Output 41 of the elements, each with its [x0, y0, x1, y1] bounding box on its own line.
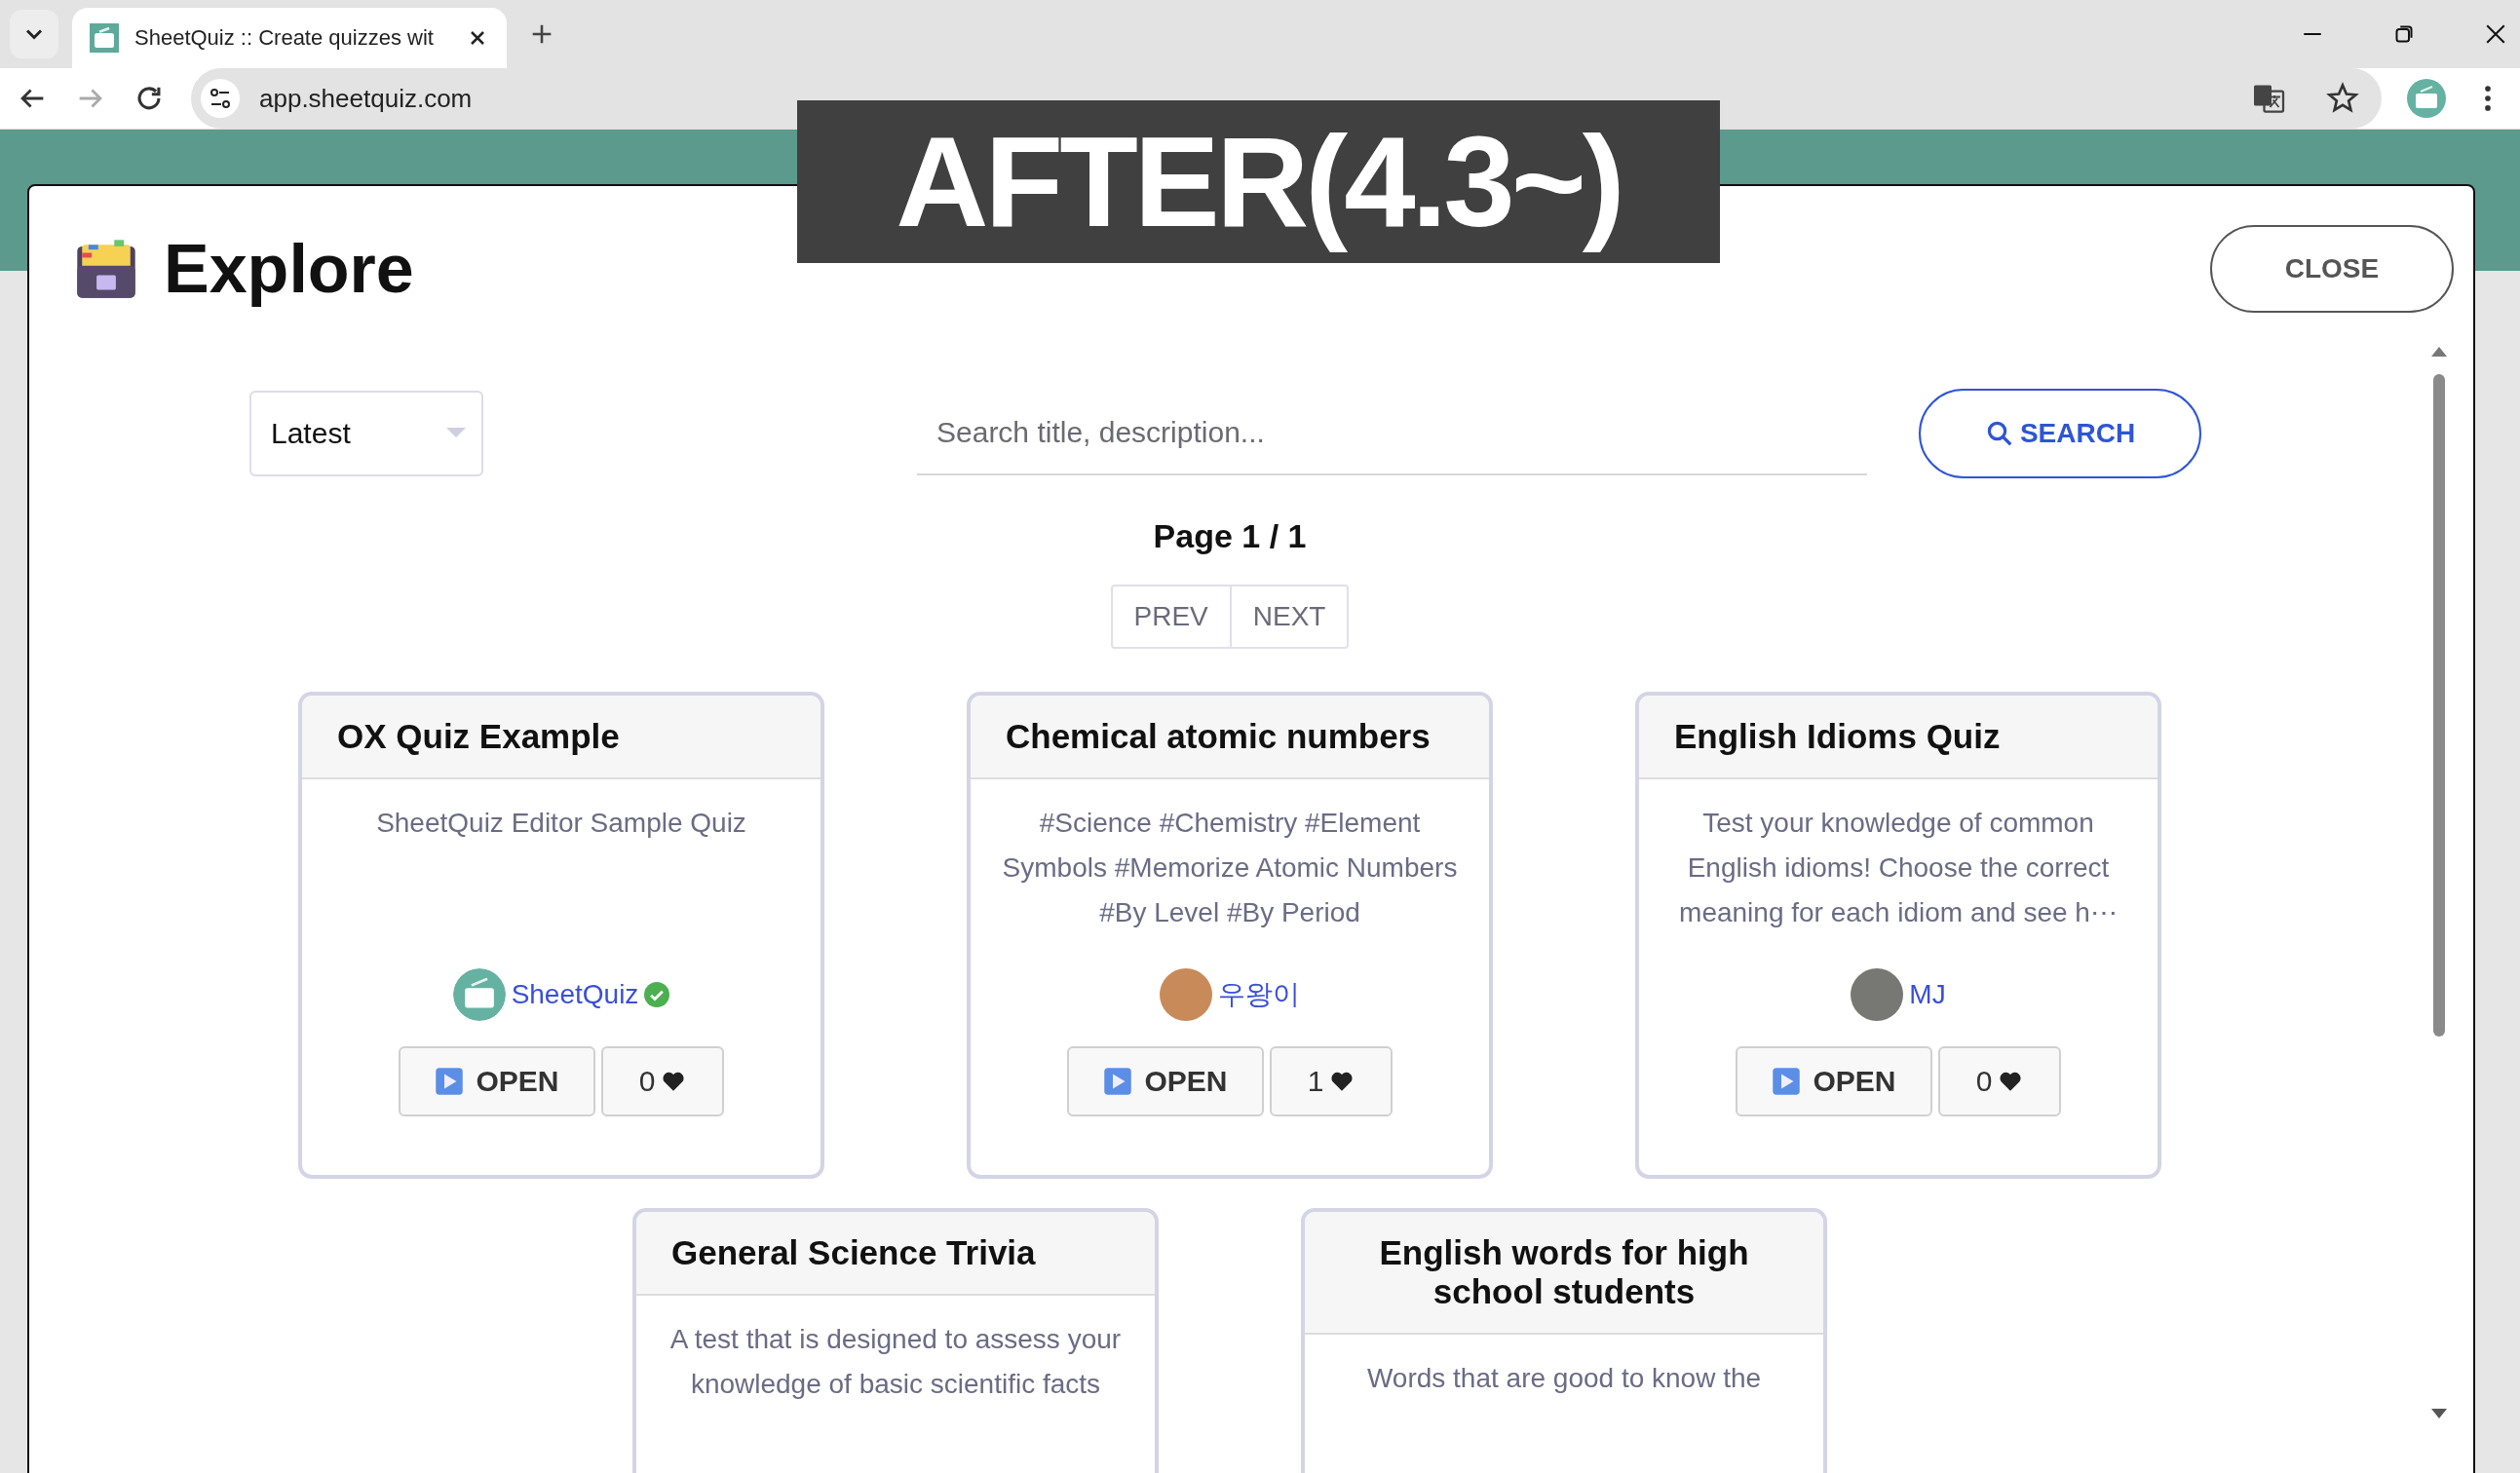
author-link[interactable]: 우왕이 [1218, 976, 1300, 1013]
play-icon [435, 1067, 465, 1096]
card-title: English Idioms Quiz [1639, 696, 2157, 779]
quiz-description: SheetQuiz Editor Sample Quiz [376, 807, 746, 840]
folder-icon [90, 23, 119, 53]
card-title: General Science Trivia [636, 1212, 1155, 1296]
play-icon [1103, 1067, 1133, 1096]
card-title: English words for high school students [1305, 1212, 1823, 1335]
play-icon [1772, 1067, 1802, 1096]
like-button[interactable]: 0 [1938, 1046, 2061, 1116]
site-settings-icon[interactable] [201, 79, 240, 118]
browser-tab[interactable]: SheetQuiz :: Create quizzes wit [72, 8, 507, 68]
like-button[interactable]: 1 [1270, 1046, 1393, 1116]
page-indicator: Page 1 / 1 [1152, 517, 1308, 555]
tab-list-button[interactable] [10, 10, 58, 58]
author-link[interactable]: MJ [1909, 979, 1946, 1010]
tab-title: SheetQuiz :: Create quizzes wit [134, 25, 435, 51]
card-title: Chemical atomic numbers [971, 696, 1489, 779]
file-cabinet-icon [74, 237, 138, 301]
open-button[interactable]: OPEN [1736, 1046, 1932, 1116]
quiz-description: A test that is designed to assess your knowledge of basic scientific facts [668, 1323, 1123, 1401]
avatar-picture [1160, 968, 1212, 1021]
open-button[interactable]: OPEN [1067, 1046, 1264, 1116]
dialog-title: Explore [164, 230, 414, 308]
quiz-description: #Science #Chemistry #Element Symbols #Memorize Atomic Numbers #By Level #By Period [1001, 807, 1459, 929]
prev-button[interactable]: PREV [1110, 585, 1232, 649]
close-button[interactable]: CLOSE [2210, 225, 2454, 313]
author-link[interactable]: SheetQuiz [511, 979, 639, 1010]
search-button[interactable]: SEARCH [1919, 389, 2201, 478]
like-button[interactable]: 0 [601, 1046, 724, 1116]
next-button[interactable]: NEXT [1231, 585, 1350, 649]
url-text: app.sheetquiz.com [259, 83, 473, 114]
open-button[interactable]: OPEN [399, 1046, 595, 1116]
card-title: OX Quiz Example [302, 696, 821, 779]
dropdown-caret-icon [446, 428, 466, 439]
quiz-description: Words that are good to know the [1366, 1362, 1762, 1395]
sort-dropdown[interactable]: Latest [249, 391, 483, 476]
version-banner: AFTER(4.3~) [797, 100, 1720, 263]
avatar-circle [1851, 968, 1904, 1021]
avatar-logo-icon [452, 968, 506, 1021]
quiz-description: Test your knowledge of common English idioms! Choose the correct meaning for each idiom and see h⋯ [1678, 807, 2119, 929]
